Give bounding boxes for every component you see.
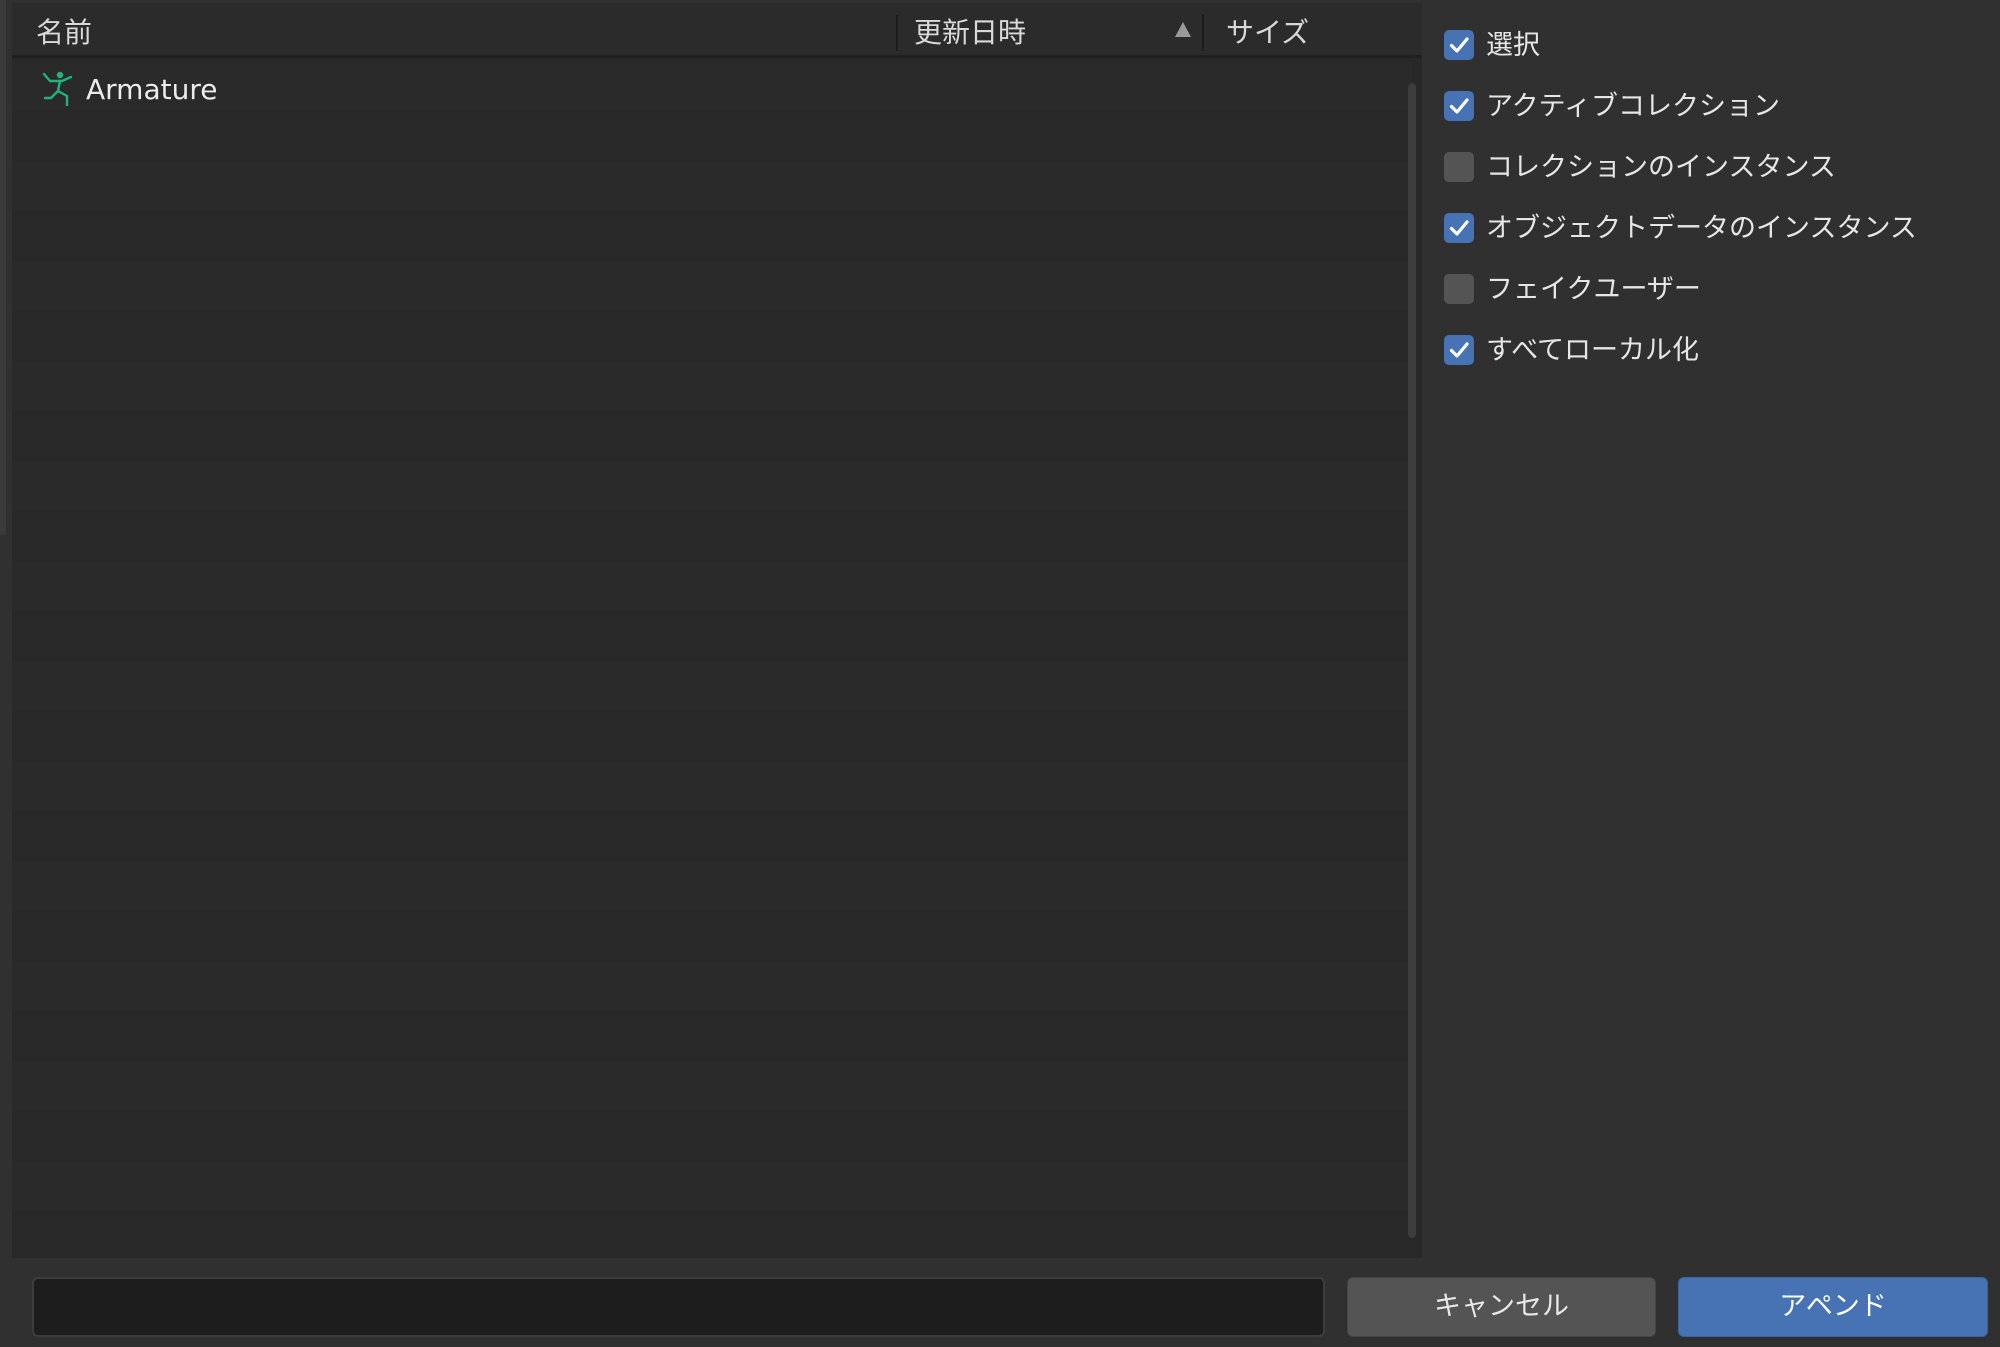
- file-list: 名前 更新日時 サイズ Armature: [12, 3, 1422, 1258]
- column-modified-header[interactable]: 更新日時: [914, 3, 1026, 58]
- append-dialog: 名前 更新日時 サイズ Armature 選択 アクティブコレクション コレクシ…: [0, 0, 2000, 1347]
- file-list-scrollbar[interactable]: [1408, 83, 1416, 1238]
- make-local-all-checkbox[interactable]: [1444, 335, 1474, 365]
- fake-user-checkbox[interactable]: [1444, 274, 1474, 304]
- checkmark-icon: [1449, 220, 1469, 236]
- column-name-header[interactable]: 名前: [36, 3, 92, 58]
- armature-icon: [42, 71, 73, 107]
- instance-collections-checkbox[interactable]: [1444, 152, 1474, 182]
- column-separator[interactable]: [896, 15, 898, 51]
- option-label: コレクションのインスタンス: [1486, 152, 1836, 183]
- instance-object-data-checkbox[interactable]: [1444, 213, 1474, 243]
- column-separator[interactable]: [1202, 15, 1204, 51]
- sort-ascending-icon[interactable]: [1175, 22, 1191, 37]
- column-header: 名前 更新日時 サイズ: [12, 3, 1422, 58]
- option-instance-object-data[interactable]: オブジェクトデータのインスタンス: [1428, 203, 1988, 264]
- append-button[interactable]: アペンド: [1678, 1277, 1988, 1337]
- option-select[interactable]: 選択: [1428, 20, 1988, 81]
- file-row-armature[interactable]: Armature: [12, 61, 1412, 115]
- column-size-header[interactable]: サイズ: [1226, 3, 1309, 58]
- checkmark-icon: [1449, 37, 1469, 53]
- option-label: アクティブコレクション: [1486, 91, 1781, 122]
- option-label: すべてローカル化: [1486, 335, 1700, 366]
- checkmark-icon: [1449, 342, 1469, 358]
- checkmark-icon: [1449, 98, 1469, 114]
- file-rows: Armature: [12, 61, 1412, 1258]
- region-edge: [0, 0, 6, 535]
- option-instance-collections[interactable]: コレクションのインスタンス: [1428, 142, 1988, 203]
- active-collection-checkbox[interactable]: [1444, 91, 1474, 121]
- option-make-local-all[interactable]: すべてローカル化: [1428, 325, 1988, 386]
- select-checkbox[interactable]: [1444, 30, 1474, 60]
- option-label: オブジェクトデータのインスタンス: [1486, 213, 1917, 244]
- filename-input[interactable]: [32, 1277, 1325, 1337]
- file-row-name: Armature: [86, 73, 218, 106]
- option-fake-user[interactable]: フェイクユーザー: [1428, 264, 1988, 325]
- cancel-button[interactable]: キャンセル: [1347, 1277, 1656, 1337]
- option-label: フェイクユーザー: [1486, 274, 1701, 305]
- option-active-collection[interactable]: アクティブコレクション: [1428, 81, 1988, 142]
- options-panel: 選択 アクティブコレクション コレクションのインスタンス オブジェクトデータのイ…: [1428, 20, 1988, 386]
- option-label: 選択: [1486, 30, 1540, 61]
